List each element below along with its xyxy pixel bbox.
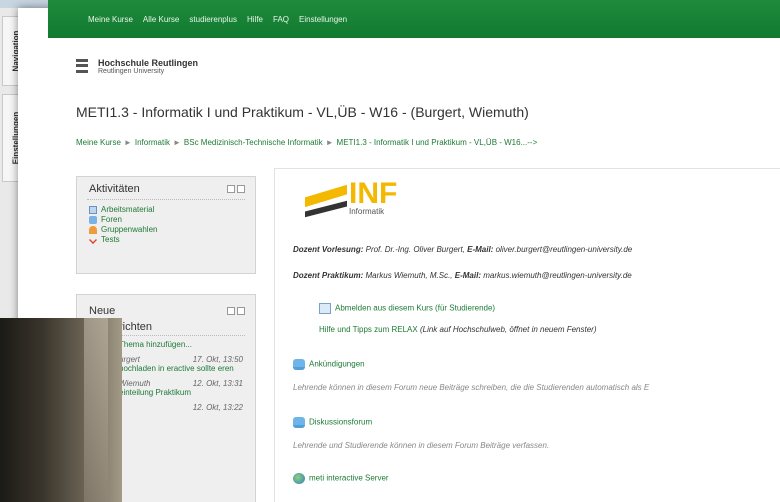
course-main: INF Informatik Dozent Vorlesung: Prof. D… xyxy=(274,168,780,502)
breadcrumb-item[interactable]: BSc Medizinisch-Technische Informatik xyxy=(184,138,323,147)
nav-einstellungen[interactable]: Einstellungen xyxy=(299,15,347,24)
announcements-forum[interactable]: Ankündigungen xyxy=(293,359,365,370)
discussion-forum[interactable]: Diskussionsforum xyxy=(293,417,372,428)
unsubscribe-link[interactable]: Abmelden aus diesem Kurs (für Studierend… xyxy=(319,303,495,314)
activity-gruppenwahlen[interactable]: Gruppenwahlen xyxy=(89,225,243,234)
nav-studierenplus[interactable]: studierenplus xyxy=(189,15,237,24)
activity-foren[interactable]: Foren xyxy=(89,215,243,224)
discussion-description: Lehrende und Studierende können in diese… xyxy=(293,441,550,450)
page-title: METI1.3 - Informatik I und Praktikum - V… xyxy=(76,104,529,120)
dock-icon[interactable] xyxy=(237,307,245,315)
inf-logo: INF Informatik xyxy=(305,179,397,221)
activities-block: Aktivitäten Arbeitsmaterial Foren Gruppe… xyxy=(76,176,256,274)
relax-help[interactable]: Hilfe und Tipps zum RELAX (Link auf Hoch… xyxy=(319,325,597,334)
inf-logo-text: INF xyxy=(349,177,398,210)
activity-tests[interactable]: Tests xyxy=(89,235,243,244)
nav-faq[interactable]: FAQ xyxy=(273,15,289,24)
university-subtitle: Reutlingen University xyxy=(98,68,165,75)
dozent-vorlesung: Dozent Vorlesung: Prof. Dr.-Ing. Oliver … xyxy=(293,245,633,254)
breadcrumb: Meine Kurse ► Informatik ► BSc Medizinisch-T… xyxy=(76,138,538,147)
nav-hilfe[interactable]: Hilfe xyxy=(247,15,263,24)
overlay-photo xyxy=(0,318,122,502)
university-name: Hochschule Reutlingen xyxy=(98,58,199,68)
top-navigation: Meine Kurse Alle Kurse studierenplus Hil… xyxy=(48,0,780,38)
breadcrumb-item[interactable]: METI1.3 - Informatik I und Praktikum - V… xyxy=(337,138,538,147)
globe-icon xyxy=(293,473,305,484)
minimize-icon[interactable] xyxy=(227,307,235,315)
page-content: Hochschule Reutlingen Reutlingen Univers… xyxy=(48,38,780,502)
forum-icon xyxy=(293,359,305,370)
page-icon xyxy=(319,303,331,314)
news-title: Neue xyxy=(89,305,116,317)
dozent-praktikum: Dozent Praktikum: Markus Wiemuth, M.Sc.,… xyxy=(293,271,632,280)
forum-icon xyxy=(293,417,305,428)
checkmark-icon xyxy=(89,235,97,244)
document-icon xyxy=(89,205,97,214)
meti-server-link[interactable]: meti interactive Server xyxy=(293,473,389,484)
breadcrumb-item[interactable]: Informatik xyxy=(135,138,170,147)
group-icon xyxy=(89,225,97,234)
nav-alle-kurse[interactable]: Alle Kurse xyxy=(143,15,179,24)
activity-arbeitsmaterial[interactable]: Arbeitsmaterial xyxy=(89,205,243,214)
dock-icon[interactable] xyxy=(237,185,245,193)
breadcrumb-item[interactable]: Meine Kurse xyxy=(76,138,121,147)
nav-meine-kurse[interactable]: Meine Kurse xyxy=(88,15,133,24)
university-emblem-icon xyxy=(76,58,90,75)
university-logo[interactable]: Hochschule Reutlingen Reutlingen Univers… xyxy=(76,58,198,75)
activities-title: Aktivitäten xyxy=(89,183,140,195)
inf-wing-icon xyxy=(305,179,347,221)
announcements-description: Lehrende können in diesem Forum neue Bei… xyxy=(293,383,650,392)
forum-icon xyxy=(89,215,97,224)
minimize-icon[interactable] xyxy=(227,185,235,193)
